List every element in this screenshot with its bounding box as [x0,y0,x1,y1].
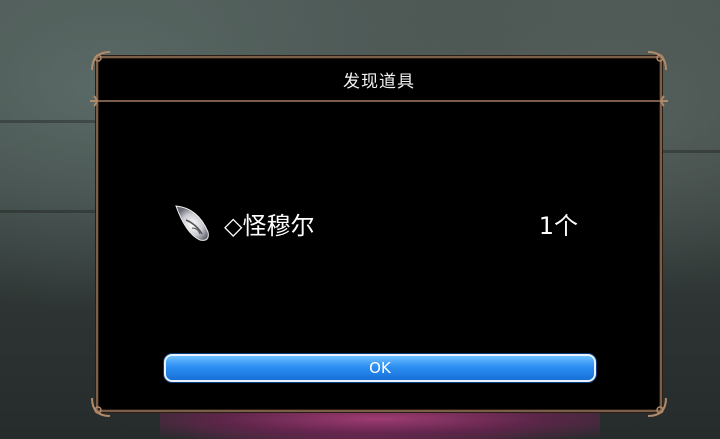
feather-crystal-icon [175,205,209,241]
stone-seam [660,150,720,153]
ornament-corner-icon [647,397,667,417]
item-name: ◇怪穆尔 [224,211,315,240]
stone-seam [0,210,110,213]
dialog-title-bar: 发现道具 [98,58,660,102]
floor-glow [160,410,600,439]
ornament-corner-icon [91,397,111,417]
dialog-title: 发现道具 [343,71,415,92]
ok-button[interactable]: OK [164,354,596,382]
stone-seam [0,120,110,123]
item-quantity: 1个 [538,211,578,240]
found-item-row: ◇怪穆尔 1个 [168,198,578,248]
item-found-dialog: 发现道具 ◇怪穆尔 1个 OK [90,51,668,417]
